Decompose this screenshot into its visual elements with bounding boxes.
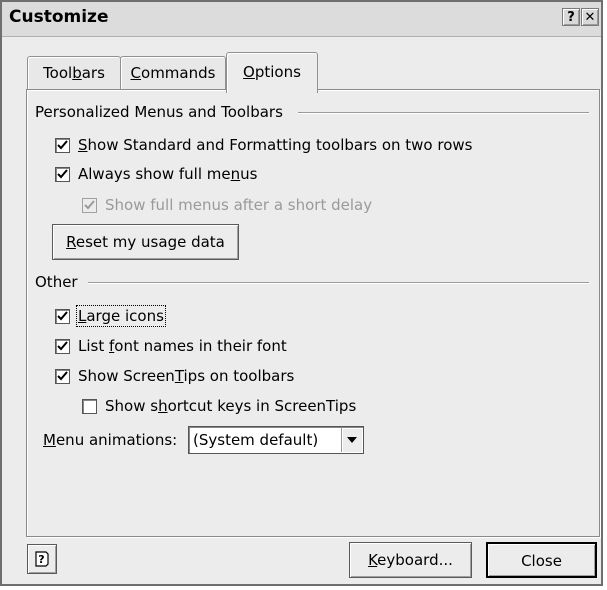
checkmark-icon	[84, 199, 95, 209]
close-button[interactable]: Close	[486, 542, 597, 578]
show-two-rows-label: Show Standard and Formatting toolbars on…	[78, 136, 473, 154]
help-icon[interactable]: ?	[27, 544, 57, 574]
checkbox-box[interactable]	[55, 137, 70, 153]
always-full-menus-label: Always show full menus	[78, 165, 258, 183]
large-icons-label: Large icons	[76, 305, 166, 327]
show-shortcut-keys-checkbox[interactable]: Show shortcut keys in ScreenTips	[82, 396, 356, 416]
tab-commands[interactable]: Commands	[120, 56, 226, 89]
tab-commands-label: Commands	[130, 64, 216, 82]
show-screentips-label: Show ScreenTips on toolbars	[78, 367, 295, 385]
show-two-rows-checkbox[interactable]: Show Standard and Formatting toolbars on…	[55, 135, 472, 155]
help-glyph: ?	[38, 553, 44, 566]
list-font-names-checkbox[interactable]: List font names in their font	[55, 336, 287, 356]
group-divider	[88, 282, 589, 284]
show-shortcut-keys-label: Show shortcut keys in ScreenTips	[105, 397, 357, 415]
chevron-down-icon[interactable]	[341, 428, 362, 452]
menu-animations-value: (System default)	[193, 431, 319, 449]
menu-animations-select[interactable]: (System default)	[188, 426, 364, 454]
checkmark-icon	[57, 168, 68, 178]
customize-dialog: Customize ? ✕ Toolbars Commands Options …	[0, 0, 603, 586]
always-full-menus-checkbox[interactable]: Always show full menus	[55, 164, 257, 184]
tab-toolbars[interactable]: Toolbars	[27, 56, 121, 89]
close-button-label: Close	[521, 552, 562, 570]
keyboard-button-label: Keyboard...	[368, 551, 453, 569]
checkbox-box[interactable]	[55, 166, 70, 182]
reset-usage-data-button[interactable]: Reset my usage data	[52, 224, 239, 260]
window-title: Customize	[9, 7, 109, 27]
reset-usage-data-label: Reset my usage data	[66, 233, 225, 251]
title-bar[interactable]: Customize ? ✕	[2, 2, 601, 37]
checkbox-box[interactable]	[55, 338, 70, 354]
group-label-personalized: Personalized Menus and Toolbars	[35, 103, 283, 121]
checkbox-box	[82, 197, 97, 213]
checkbox-box[interactable]	[55, 308, 70, 324]
checkmark-icon	[57, 310, 68, 320]
group-label-other: Other	[35, 273, 78, 291]
full-menus-delay-checkbox: Show full menus after a short delay	[82, 195, 372, 215]
help-icon[interactable]: ?	[562, 8, 580, 26]
full-menus-delay-label: Show full menus after a short delay	[105, 196, 373, 214]
checkbox-box[interactable]	[82, 398, 97, 414]
checkbox-box[interactable]	[55, 368, 70, 384]
tab-toolbars-label: Toolbars	[43, 64, 105, 82]
tab-options-label: Options	[243, 63, 301, 81]
list-font-names-label: List font names in their font	[78, 337, 287, 355]
checkmark-icon	[57, 139, 68, 149]
menu-animations-label: Menu animations:	[43, 431, 178, 449]
tab-options[interactable]: Options	[226, 52, 318, 93]
checkmark-icon	[57, 370, 68, 380]
show-screentips-checkbox[interactable]: Show ScreenTips on toolbars	[55, 366, 294, 386]
group-divider	[298, 112, 589, 114]
keyboard-button[interactable]: Keyboard...	[349, 542, 472, 578]
large-icons-checkbox[interactable]: Large icons	[55, 305, 166, 327]
checkmark-icon	[57, 340, 68, 350]
close-icon[interactable]: ✕	[581, 8, 599, 26]
